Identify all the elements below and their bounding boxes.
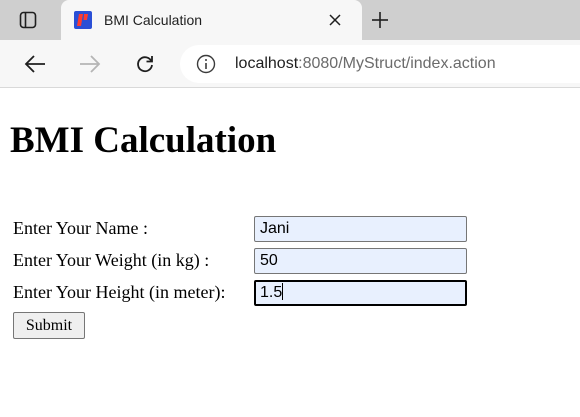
- arrow-right-icon: [80, 55, 101, 73]
- forward-button[interactable]: [75, 50, 105, 78]
- name-input[interactable]: Jani: [254, 216, 467, 242]
- reload-icon: [137, 56, 153, 73]
- arrow-left-icon: [24, 55, 45, 73]
- active-tab[interactable]: BMI Calculation: [61, 0, 362, 40]
- back-button[interactable]: [20, 50, 50, 78]
- weight-input-value: 50: [260, 252, 278, 269]
- info-icon[interactable]: [196, 54, 216, 74]
- url-text: localhost:8080/MyStruct/index.action: [235, 55, 496, 73]
- height-label: Enter Your Height (in meter):: [13, 282, 226, 302]
- page-content: BMI Calculation Enter Your Name : Jani E…: [0, 89, 580, 417]
- reload-button[interactable]: [130, 50, 160, 78]
- tab-actions-button[interactable]: [8, 5, 48, 35]
- height-input-value: 1.5: [260, 284, 283, 301]
- tab-close-button[interactable]: [325, 10, 345, 30]
- name-input-value: Jani: [260, 220, 290, 237]
- vertical-tabs-icon: [19, 11, 37, 29]
- height-input[interactable]: 1.5: [254, 280, 467, 306]
- submit-button[interactable]: Submit: [13, 312, 85, 339]
- tab-strip: BMI Calculation: [0, 0, 580, 40]
- address-bar[interactable]: localhost:8080/MyStruct/index.action: [180, 45, 580, 83]
- favicon-icon: [74, 11, 92, 29]
- plus-icon: [372, 12, 388, 28]
- tab-title: BMI Calculation: [104, 12, 203, 28]
- browser-toolbar: localhost:8080/MyStruct/index.action: [0, 40, 580, 88]
- new-tab-button[interactable]: [366, 7, 394, 33]
- name-label: Enter Your Name :: [13, 218, 148, 238]
- url-host: localhost: [235, 55, 299, 72]
- url-path: :8080/MyStruct/index.action: [298, 55, 496, 72]
- weight-input[interactable]: 50: [254, 248, 467, 274]
- weight-label: Enter Your Weight (in kg) :: [13, 250, 210, 270]
- page-title: BMI Calculation: [10, 120, 277, 161]
- text-caret: [282, 283, 284, 300]
- close-icon: [329, 14, 341, 26]
